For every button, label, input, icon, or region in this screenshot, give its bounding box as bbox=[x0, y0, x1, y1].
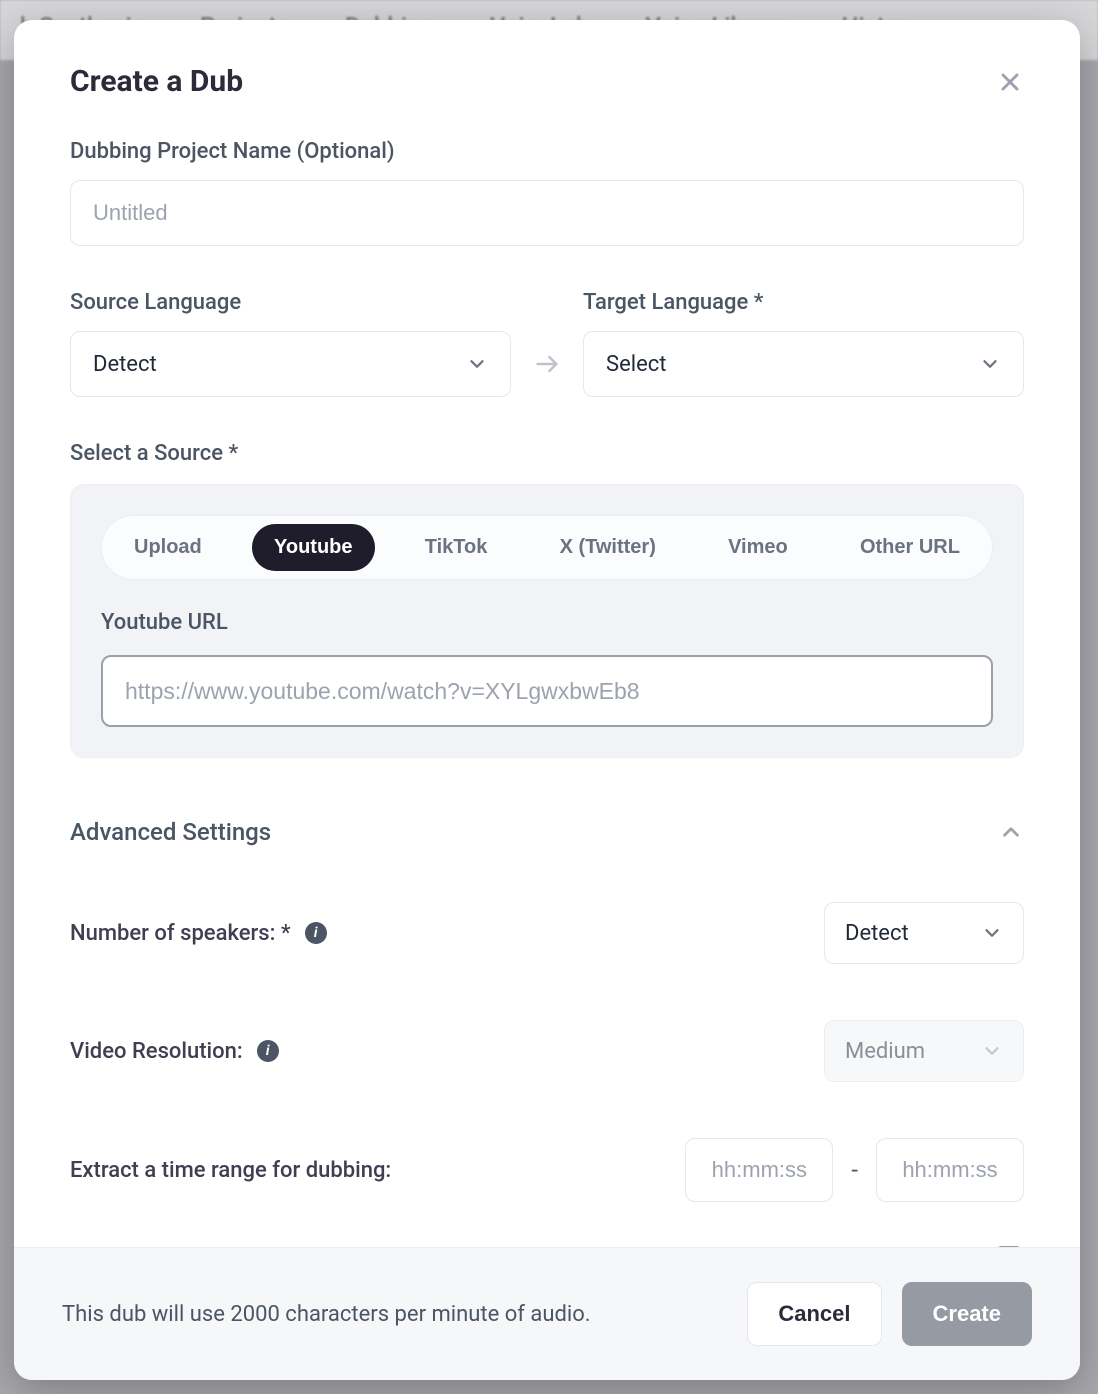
create-dub-modal: Create a Dub Dubbing Project Name (Optio… bbox=[14, 20, 1080, 1380]
modal-footer: This dub will use 2000 characters per mi… bbox=[14, 1247, 1080, 1380]
time-start-input[interactable] bbox=[685, 1138, 833, 1202]
resolution-row: Video Resolution: i Medium bbox=[70, 1020, 1024, 1082]
resolution-label: Video Resolution: bbox=[70, 1039, 243, 1064]
modal-body: Dubbing Project Name (Optional) Source L… bbox=[14, 119, 1080, 1247]
source-tabs: Upload Youtube TikTok X (Twitter) Vimeo … bbox=[101, 515, 993, 580]
tab-other-url[interactable]: Other URL bbox=[838, 524, 982, 571]
target-language-label: Target Language * bbox=[583, 290, 1024, 315]
chevron-down-icon bbox=[979, 353, 1001, 375]
close-icon bbox=[996, 68, 1024, 96]
youtube-url-label: Youtube URL bbox=[101, 610, 993, 635]
cancel-button[interactable]: Cancel bbox=[747, 1282, 881, 1346]
speakers-row: Number of speakers: * i Detect bbox=[70, 902, 1024, 964]
resolution-select[interactable]: Medium bbox=[824, 1020, 1024, 1082]
close-button[interactable] bbox=[996, 68, 1024, 96]
source-language-col: Source Language Detect bbox=[70, 290, 511, 397]
tab-vimeo[interactable]: Vimeo bbox=[706, 524, 810, 571]
project-name-input[interactable] bbox=[70, 180, 1024, 246]
tab-upload[interactable]: Upload bbox=[112, 524, 224, 571]
source-card: Upload Youtube TikTok X (Twitter) Vimeo … bbox=[70, 484, 1024, 758]
footer-text: This dub will use 2000 characters per mi… bbox=[62, 1302, 591, 1327]
time-range-dash: - bbox=[851, 1156, 858, 1184]
info-icon[interactable]: i bbox=[257, 1040, 279, 1062]
speakers-value: Detect bbox=[845, 921, 909, 946]
language-row: Source Language Detect Target Language *… bbox=[70, 290, 1024, 397]
info-icon[interactable]: i bbox=[305, 922, 327, 944]
time-end-input[interactable] bbox=[876, 1138, 1024, 1202]
tab-youtube[interactable]: Youtube bbox=[252, 524, 375, 571]
chevron-down-icon bbox=[981, 1040, 1003, 1062]
advanced-settings-toggle[interactable]: Advanced Settings bbox=[70, 818, 1024, 846]
time-range-row: Extract a time range for dubbing: - bbox=[70, 1138, 1024, 1202]
source-language-select[interactable]: Detect bbox=[70, 331, 511, 397]
youtube-url-input[interactable] bbox=[101, 655, 993, 727]
advanced-settings-label: Advanced Settings bbox=[70, 818, 271, 846]
source-language-label: Source Language bbox=[70, 290, 511, 315]
chevron-up-icon bbox=[998, 819, 1024, 845]
footer-buttons: Cancel Create bbox=[747, 1282, 1032, 1346]
select-source-label: Select a Source * bbox=[70, 441, 1024, 466]
source-language-value: Detect bbox=[93, 352, 157, 377]
resolution-value: Medium bbox=[845, 1039, 925, 1064]
chevron-down-icon bbox=[466, 353, 488, 375]
speakers-label: Number of speakers: * bbox=[70, 921, 291, 946]
time-range-label: Extract a time range for dubbing: bbox=[70, 1158, 391, 1183]
tab-twitter[interactable]: X (Twitter) bbox=[538, 524, 678, 571]
speakers-select[interactable]: Detect bbox=[824, 902, 1024, 964]
target-language-select[interactable]: Select bbox=[583, 331, 1024, 397]
time-range-inputs: - bbox=[685, 1138, 1024, 1202]
tab-tiktok[interactable]: TikTok bbox=[403, 524, 510, 571]
target-language-col: Target Language * Select bbox=[583, 290, 1024, 397]
modal-title: Create a Dub bbox=[70, 64, 243, 99]
modal-header: Create a Dub bbox=[14, 20, 1080, 119]
target-language-value: Select bbox=[606, 352, 666, 377]
create-button[interactable]: Create bbox=[902, 1282, 1032, 1346]
chevron-down-icon bbox=[981, 922, 1003, 944]
arrow-icon bbox=[533, 331, 561, 397]
project-name-label: Dubbing Project Name (Optional) bbox=[70, 139, 1024, 164]
